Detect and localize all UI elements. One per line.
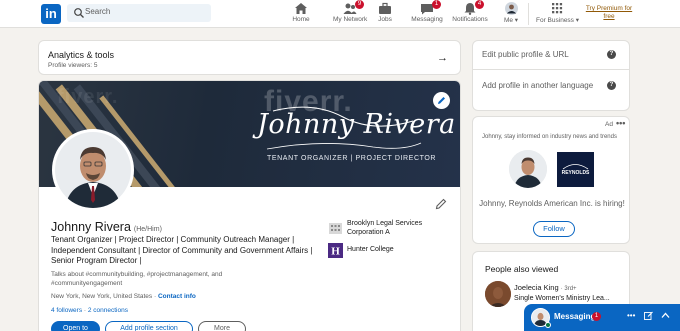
profile-headline: Tenant Organizer | Project Director | Co…	[51, 235, 313, 265]
nav-notifications-label: Notifications	[452, 16, 488, 23]
avatar	[504, 2, 518, 15]
nav-jobs[interactable]: Jobs	[374, 2, 396, 26]
network-row: 4 followers · 2 connections	[51, 307, 128, 314]
more-button[interactable]: More	[198, 321, 246, 331]
talks-about: Talks about #communitybuilding, #project…	[51, 271, 223, 287]
nav-business-label: For Business ▾	[536, 17, 579, 24]
nav-my-network[interactable]: 9 My Network	[333, 0, 368, 26]
analytics-title: Analytics & tools	[48, 50, 115, 60]
nav-divider	[528, 3, 529, 25]
home-icon	[294, 2, 308, 15]
people-also-viewed-heading: People also viewed	[485, 264, 559, 274]
person-name: Joelecia King	[514, 283, 559, 292]
briefcase-icon	[378, 2, 392, 15]
nav-me[interactable]: Me ▾	[501, 2, 521, 26]
chevron-up-icon[interactable]	[661, 311, 670, 322]
bell-icon: 4	[463, 0, 484, 15]
ad-card: Ad ••• Johnny, stay informed on industry…	[472, 116, 630, 244]
people-icon: 9	[343, 0, 364, 15]
nav-notifications[interactable]: 4 Notifications	[451, 0, 489, 26]
profile-card: fiverr. fiverr. Johnny Rivera TENANT ORG…	[38, 80, 461, 331]
location-row: New York, New York, United States · Cont…	[51, 293, 196, 300]
edit-banner-button[interactable]	[433, 92, 450, 109]
messaging-label: Messaging	[554, 312, 596, 321]
profile-viewers: Profile viewers: 5	[48, 62, 98, 69]
help-icon[interactable]: ?	[607, 50, 616, 59]
top-nav: in Search Home 9 My Network Jobs 1 Messa…	[0, 0, 680, 28]
grid-icon	[550, 2, 564, 15]
profile-photo[interactable]	[52, 129, 134, 211]
banner-tagline: TENANT ORGANIZER | PROJECT DIRECTOR	[267, 155, 437, 162]
edit-public-profile-link[interactable]: Edit public profile & URL	[482, 49, 602, 60]
company-logo: REYNOLDS	[557, 152, 594, 187]
more-options-icon[interactable]: •••	[616, 118, 625, 128]
ad-message: Johnny, stay informed on industry news a…	[482, 134, 617, 140]
watermark: fiverr.	[57, 86, 119, 108]
pronouns: (He/Him)	[133, 226, 162, 233]
search-input[interactable]: Search	[67, 4, 211, 22]
add-language-profile-link[interactable]: Add profile in another language	[482, 80, 602, 91]
messaging-bar-badge: 1	[592, 312, 601, 321]
svg-text:REYNOLDS: REYNOLDS	[562, 170, 590, 176]
ad-cta-text: Johnny, Reynolds American Inc. is hiring…	[479, 199, 625, 208]
building-icon	[329, 223, 342, 234]
person-title: Single Women's Ministry Lea...	[514, 295, 610, 302]
location: New York, New York, United States	[51, 293, 153, 300]
edit-intro-button[interactable]	[435, 197, 449, 211]
profile-settings-card: Edit public profile & URL ? Add profile …	[472, 40, 630, 111]
followers-link[interactable]: 4 followers	[51, 307, 82, 314]
search-icon	[74, 8, 84, 18]
ad-label: Ad	[605, 121, 613, 128]
profile-name: Johnny Rivera	[51, 220, 131, 234]
org-name: Hunter College	[347, 246, 394, 253]
search-placeholder: Search	[85, 7, 111, 16]
open-to-button[interactable]: Open to	[51, 321, 100, 331]
nav-jobs-label: Jobs	[378, 16, 392, 23]
network-badge: 9	[355, 0, 364, 9]
svg-text:H: H	[331, 246, 340, 258]
compose-icon[interactable]	[644, 311, 653, 322]
pencil-icon	[438, 97, 445, 104]
pencil-icon	[435, 198, 447, 210]
connection-degree: · 3rd+	[560, 286, 577, 292]
org-name: Brooklyn Legal Services Corporation A	[347, 220, 423, 236]
nav-home[interactable]: Home	[288, 2, 314, 26]
nav-me-label: Me ▾	[503, 17, 519, 24]
profile-name-row: Johnny Rivera (He/Him)	[51, 220, 162, 234]
person-photo[interactable]	[485, 281, 511, 307]
arrow-right-icon[interactable]: →	[437, 52, 448, 64]
add-profile-section-button[interactable]: Add profile section	[105, 321, 193, 331]
analytics-card[interactable]: Analytics & tools Profile viewers: 5 →	[38, 40, 461, 75]
banner-signature: Johnny Rivera	[257, 109, 456, 140]
online-status-dot	[545, 322, 551, 328]
nav-home-label: Home	[292, 16, 310, 23]
messaging-bar[interactable]: Messaging 1 •••	[524, 304, 680, 331]
notifications-badge: 4	[475, 0, 484, 9]
messaging-badge: 1	[432, 0, 441, 9]
nav-messaging-label: Messaging	[411, 16, 443, 23]
more-options-icon[interactable]: •••	[627, 311, 635, 320]
nav-for-business[interactable]: For Business ▾	[536, 2, 579, 26]
connections-link[interactable]: 2 connections	[88, 307, 128, 314]
person-name-row[interactable]: Joelecia King · 3rd+	[514, 283, 577, 292]
nav-network-label: My Network	[333, 16, 368, 23]
user-photo	[509, 150, 547, 188]
linkedin-logo[interactable]: in	[41, 4, 61, 24]
contact-info-link[interactable]: Contact info	[158, 293, 196, 300]
nav-messaging[interactable]: 1 Messaging	[411, 0, 443, 26]
help-icon[interactable]: ?	[607, 81, 616, 90]
chat-icon: 1	[420, 0, 441, 15]
try-premium-link[interactable]: Try Premium for free	[582, 5, 636, 21]
hunter-logo: H	[328, 243, 343, 258]
follow-button[interactable]: Follow	[533, 221, 575, 237]
